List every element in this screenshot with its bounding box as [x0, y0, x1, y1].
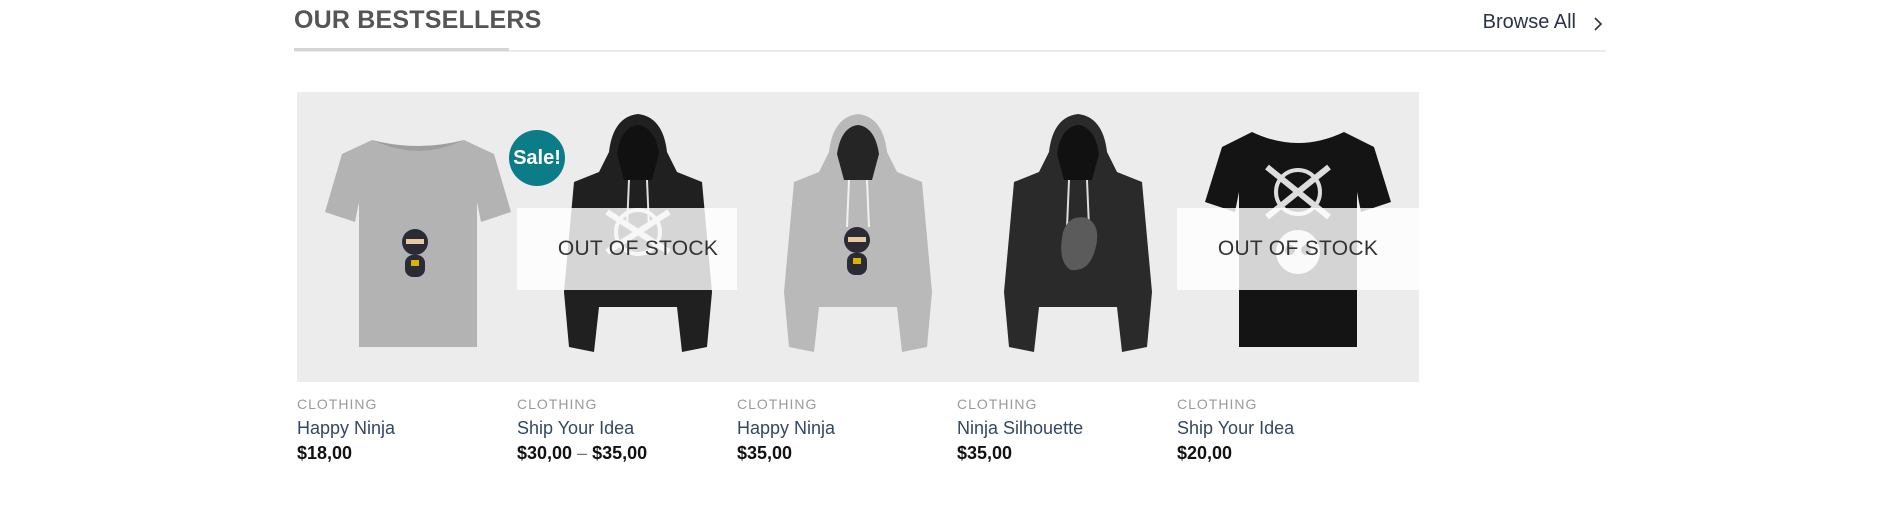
hoodie-image	[1004, 114, 1152, 352]
out-of-stock-label: OUT OF STOCK	[1177, 208, 1419, 290]
product-card: CLOTHING Happy Ninja $18,00	[297, 92, 539, 492]
product-name-link[interactable]: Happy Ninja	[297, 418, 395, 439]
product-card: OUT OF STOCK CLOTHING Ship Your Idea $20…	[1177, 92, 1419, 492]
product-price: $18,00	[297, 443, 353, 463]
product-name-link[interactable]: Ship Your Idea	[517, 418, 634, 439]
product-card: CLOTHING Ninja Silhouette $35,00	[957, 92, 1199, 492]
product-name-link[interactable]: Ship Your Idea	[1177, 418, 1294, 439]
product-price: $35,00	[737, 443, 793, 463]
product-image[interactable]	[297, 92, 539, 382]
product-name-link[interactable]: Happy Ninja	[737, 418, 835, 439]
product-category: CLOTHING	[297, 396, 378, 412]
product-price: $20,00	[1177, 443, 1233, 463]
bestsellers-section: OUR BESTSELLERS Browse All CLOTHING Happ…	[294, 0, 1606, 523]
product-image[interactable]	[737, 92, 979, 382]
title-underline	[294, 48, 509, 51]
sale-badge: Sale!	[509, 130, 565, 186]
product-image[interactable]	[957, 92, 1199, 382]
product-category: CLOTHING	[517, 396, 598, 412]
product-card: CLOTHING Happy Ninja $35,00	[737, 92, 979, 492]
product-grid: CLOTHING Happy Ninja $18,00 Sale! OUT OF…	[297, 92, 1609, 492]
section-header: OUR BESTSELLERS Browse All	[294, 0, 1606, 52]
browse-all-link[interactable]: Browse All	[1483, 11, 1606, 34]
product-card: Sale! OUT OF STOCK CLOTHING Ship Your Id…	[509, 92, 759, 492]
hoodie-image	[784, 114, 932, 352]
section-title: OUR BESTSELLERS	[294, 6, 542, 34]
product-image[interactable]: OUT OF STOCK	[1177, 92, 1419, 382]
tshirt-image	[325, 140, 511, 347]
price-low: $30,00	[517, 443, 573, 463]
product-price: $30,00 – $35,00	[517, 443, 647, 464]
product-category: CLOTHING	[1177, 396, 1258, 412]
browse-all-label: Browse All	[1482, 11, 1576, 33]
price-separator: –	[577, 443, 588, 463]
product-price: $35,00	[957, 443, 1013, 463]
price-high: $35,00	[592, 443, 648, 463]
chevron-right-icon	[1590, 15, 1606, 31]
product-category: CLOTHING	[737, 396, 818, 412]
product-category: CLOTHING	[957, 396, 1038, 412]
out-of-stock-label: OUT OF STOCK	[517, 208, 759, 290]
product-name-link[interactable]: Ninja Silhouette	[957, 418, 1083, 439]
